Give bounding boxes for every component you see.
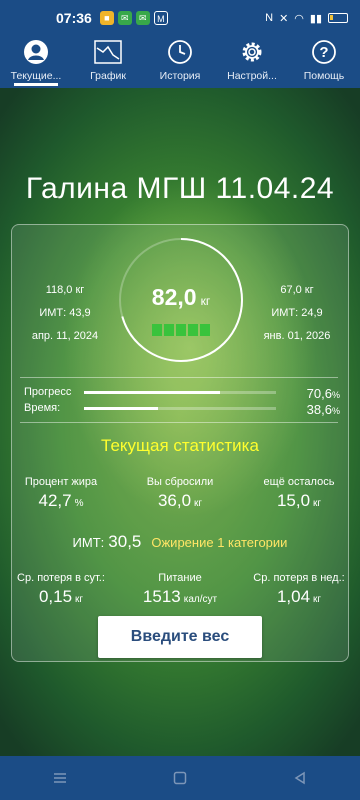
daily-label: Ср. потеря в сут.: [17, 572, 105, 584]
home-icon [173, 771, 187, 785]
progress-bar [84, 391, 276, 394]
divider [20, 422, 338, 423]
weekly-loss: Ср. потеря в нед.: 1,04 кг [244, 572, 354, 607]
current-weight: 82,0 кг [117, 284, 245, 311]
fat-value: 42,7 [38, 491, 72, 510]
time-bar [84, 407, 276, 410]
tab-settings[interactable]: Настрой... [216, 36, 288, 88]
back-button[interactable] [280, 763, 320, 793]
bmi-label: ИМТ: [72, 535, 105, 550]
lost-label: Вы сбросили [146, 476, 214, 488]
status-time: 07:36 [56, 10, 92, 26]
tab-bar: Текущие... График История Настрой... ? П… [0, 36, 360, 88]
gmail-icon: M [153, 11, 168, 25]
notification-icon: ■ [99, 11, 114, 25]
start-date: апр. 11, 2024 [31, 330, 99, 342]
recents-button[interactable] [40, 763, 80, 793]
segment [176, 324, 186, 336]
remaining-label: ещё осталось [263, 476, 335, 488]
stats-title: Текущая статистика [101, 436, 259, 455]
segment [164, 324, 174, 336]
weight-segments [152, 324, 210, 336]
status-indicators: N ✕ ◠ ▮▮ [265, 12, 348, 25]
back-icon [294, 771, 305, 785]
lost-value: 36,0 [157, 491, 192, 510]
progress-unit: % [331, 390, 340, 400]
system-nav-bar [0, 756, 360, 800]
remaining-value: 15,0 [276, 491, 311, 510]
goal-bmi: ИМТ: 24,9 [271, 307, 323, 319]
time-unit: % [331, 406, 340, 416]
person-icon [22, 38, 50, 66]
tab-history[interactable]: История [144, 36, 216, 88]
daily-unit: кг [75, 594, 84, 605]
home-button[interactable] [160, 763, 200, 793]
goal-weight: 67,0 кг [280, 284, 314, 296]
weekly-value: 1,04 [276, 587, 311, 606]
enter-weight-button[interactable]: Введите вес [98, 616, 262, 658]
svg-text:?: ? [319, 44, 328, 61]
gear-icon [238, 38, 266, 66]
segment [200, 324, 210, 336]
fat-unit: % [74, 498, 84, 509]
daily-value: 0,15 [38, 587, 73, 606]
fat-label: Процент жира [24, 476, 98, 488]
start-bmi: ИМТ: 43,9 [39, 307, 91, 319]
nutrition: Питание 1513 кал/сут [125, 572, 235, 607]
nfc-icon: N [265, 12, 274, 24]
mute-icon: ✕ [279, 12, 289, 25]
time-bar-fill [84, 407, 159, 410]
tab-label: Текущие... [10, 70, 62, 82]
time-percent: 38,6% [307, 402, 340, 417]
battery-icon [328, 13, 348, 23]
segment [152, 324, 162, 336]
remaining-weight: ещё осталось 15,0 кг [244, 476, 354, 511]
status-bar: 07:36 ■ ✉ ✉ M N ✕ ◠ ▮▮ [0, 0, 360, 36]
time-value: 38,6 [306, 402, 332, 417]
tab-label: График [90, 70, 126, 82]
nutrition-label: Питание [158, 572, 202, 584]
message-icon: ✉ [117, 11, 132, 25]
daily-loss: Ср. потеря в сут.: 0,15 кг [6, 572, 116, 607]
bmi-category: Ожирение 1 категории [151, 535, 288, 550]
signal-icon: ▮▮ [309, 12, 322, 25]
help-icon: ? [310, 38, 338, 66]
nutrition-value: 1513 [142, 587, 181, 606]
nutrition-unit: кал/сут [183, 594, 218, 605]
weekly-label: Ср. потеря в нед.: [253, 572, 345, 584]
chart-icon [94, 38, 122, 66]
goal-date: янв. 01, 2026 [263, 330, 331, 342]
remaining-unit: кг [313, 498, 322, 509]
tab-help[interactable]: ? Помощь [288, 36, 360, 88]
current-weight-value: 82,0 [151, 284, 197, 310]
mail-icon: ✉ [135, 11, 150, 25]
tab-label: Настрой... [227, 70, 277, 82]
time-label: Время: [24, 402, 61, 414]
start-weight: 118,0 кг [45, 284, 85, 296]
fat-percent: Процент жира 42,7% [6, 476, 116, 511]
current-weight-unit: кг [200, 294, 211, 308]
wifi-icon: ◠ [294, 12, 304, 25]
lost-unit: кг [194, 498, 203, 509]
clock-icon [166, 38, 194, 66]
page-title: Галина МГШ 11.04.24 [25, 172, 335, 205]
lost-weight: Вы сбросили 36,0 кг [125, 476, 235, 511]
tab-current[interactable]: Текущие... [0, 36, 72, 88]
progress-percent: 70,6% [307, 386, 340, 401]
divider [20, 377, 338, 378]
tab-chart[interactable]: График [72, 36, 144, 88]
progress-label: Прогресс [24, 386, 72, 398]
menu-icon [54, 773, 66, 783]
segment [188, 324, 198, 336]
bmi-value: 30,5 [108, 532, 142, 551]
tab-label: История [159, 70, 201, 82]
weekly-unit: кг [313, 594, 322, 605]
tab-label: Помощь [303, 70, 345, 82]
progress-value: 70,6 [306, 386, 332, 401]
bmi-row: ИМТ: 30,5 Ожирение 1 категории [0, 532, 360, 552]
progress-bar-fill [84, 391, 220, 394]
